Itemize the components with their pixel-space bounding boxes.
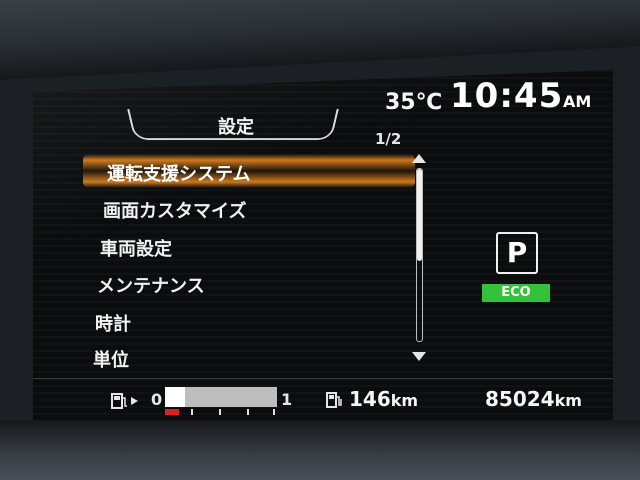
fuel-gauge-tick xyxy=(191,409,193,415)
fuel-range-icon xyxy=(326,392,342,408)
scrollbar-thumb[interactable] xyxy=(417,169,422,261)
menu-item-vehicle-settings[interactable]: 車両設定 xyxy=(100,235,172,261)
display-screen: 設定 35℃ 10:45 AM 1/2 運転支援システム 画面カスタマイズ 車両… xyxy=(33,70,613,420)
fuel-meter-max-label: 1 xyxy=(281,390,293,409)
scrollbar[interactable] xyxy=(416,168,423,342)
clock-time: 10:45 xyxy=(450,76,564,116)
menu-item-clock[interactable]: 時計 xyxy=(95,310,131,336)
menu-item-driving-assist[interactable]: 運転支援システム xyxy=(107,160,250,186)
fuel-gauge-tick xyxy=(273,409,275,415)
dashboard-bezel-bottom xyxy=(0,420,640,480)
fuel-range-value: 146 xyxy=(349,387,391,411)
fuel-pump-icon xyxy=(111,393,138,409)
fuel-gauge-ticks xyxy=(165,409,277,415)
fuel-gauge-tick xyxy=(219,409,221,415)
page-indicator: 1/2 xyxy=(375,130,402,148)
fuel-range-unit: km xyxy=(390,391,419,410)
scroll-up-arrow-icon[interactable] xyxy=(412,154,426,163)
menu-item-units[interactable]: 単位 xyxy=(93,346,129,372)
odometer: 85024km xyxy=(485,387,582,411)
odometer-unit: km xyxy=(554,391,582,410)
menu-item-maintenance[interactable]: メンテナンス xyxy=(97,272,205,298)
fuel-gauge-tick xyxy=(247,409,249,415)
clock-ampm: AM xyxy=(563,92,592,111)
page-title: 設定 xyxy=(218,117,254,138)
gear-position-indicator: P xyxy=(496,232,538,274)
fuel-gauge xyxy=(165,387,277,415)
scroll-down-arrow-icon[interactable] xyxy=(412,352,426,361)
eco-mode-badge: ECO xyxy=(482,284,550,302)
fuel-range: 146km xyxy=(349,387,418,411)
fuel-gauge-fill xyxy=(165,387,186,407)
odometer-value: 85024 xyxy=(485,387,555,411)
bottom-status-bar: 0 1 146km 85024km xyxy=(33,378,613,420)
fuel-meter-min-label: 0 xyxy=(151,390,163,409)
outside-temperature: 35℃ xyxy=(385,90,443,115)
menu-item-screen-customize[interactable]: 画面カスタマイズ xyxy=(103,197,246,223)
dashboard-bezel-top xyxy=(0,0,640,80)
